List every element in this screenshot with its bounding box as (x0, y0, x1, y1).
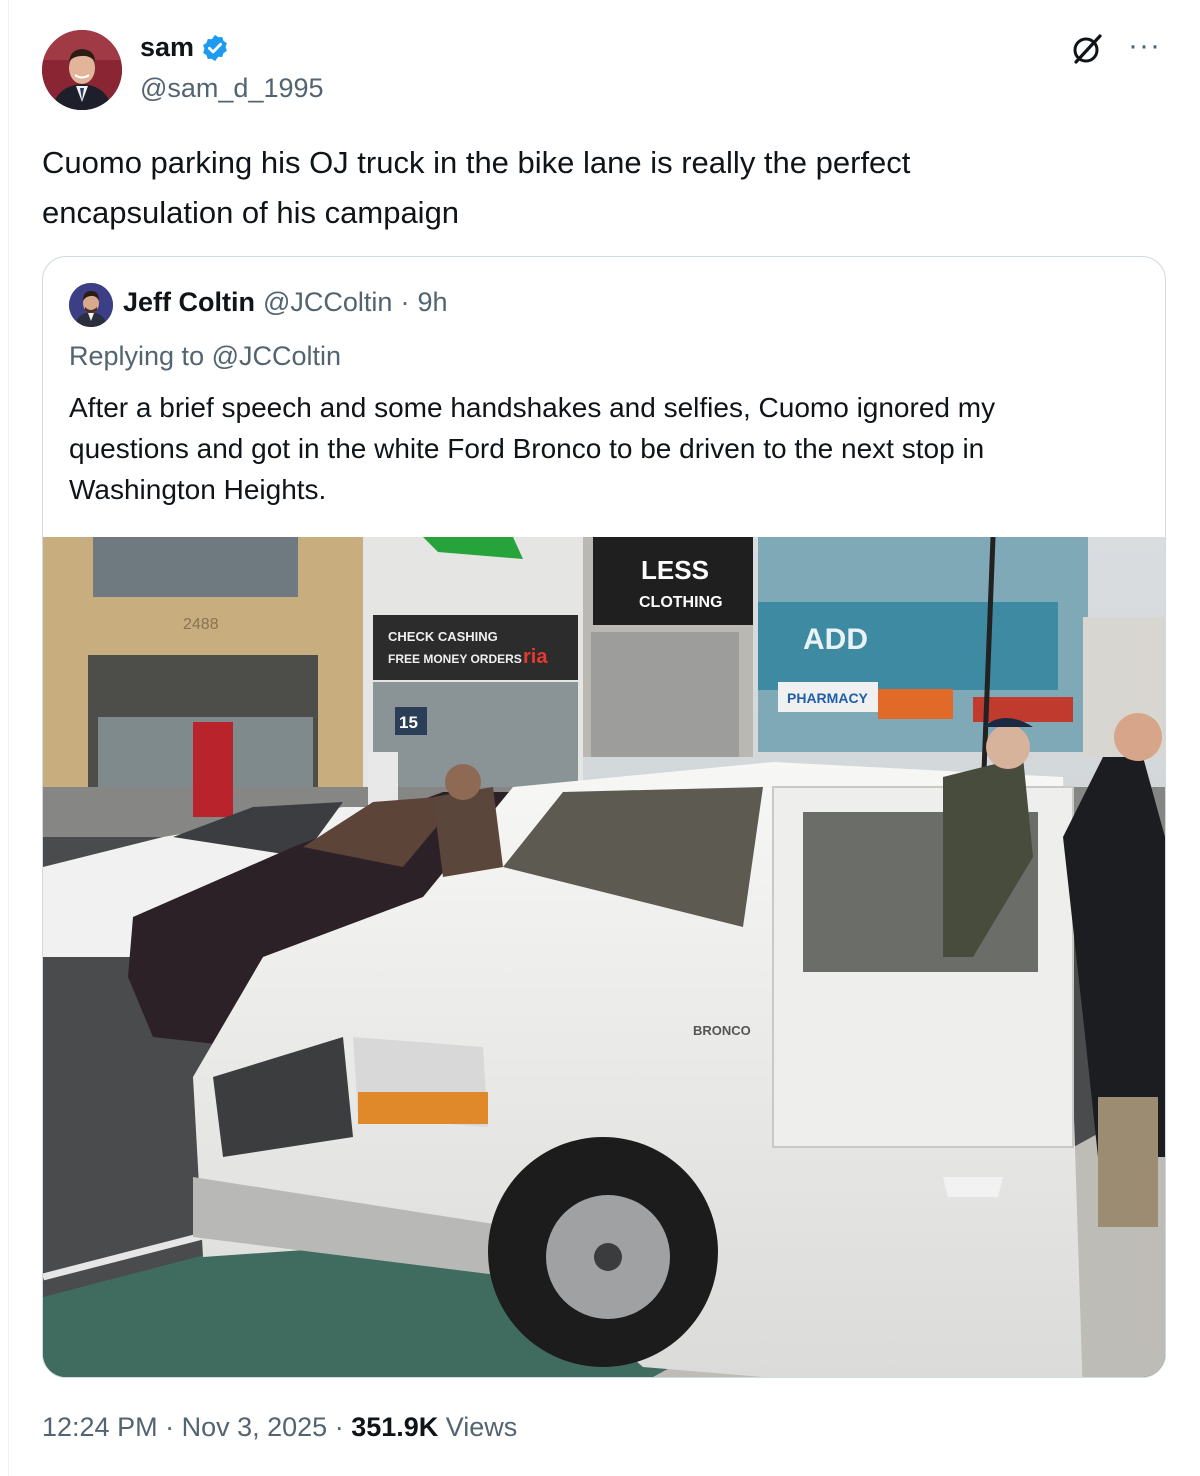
sign-pharmacy: PHARMACY (787, 690, 869, 706)
person-car (433, 787, 503, 877)
views-label: Views (438, 1412, 518, 1442)
quoted-tweet-card[interactable]: Jeff Coltin @JCColtin · 9h Replying to @… (42, 256, 1166, 1378)
author-avatar[interactable] (42, 30, 122, 110)
tweet-text-line: encapsulation of his campaign (42, 195, 460, 230)
quote-text: After a brief speech and some handshakes… (69, 387, 1139, 510)
tweet-date[interactable]: Nov 3, 2025 (182, 1412, 328, 1443)
quote-text-line: questions and got in the white Ford Bron… (69, 433, 985, 464)
quote-photo[interactable]: 2488 CHECK CASHING FREE MONEY ORDERS ria… (43, 537, 1165, 1377)
quote-author-handle[interactable]: @JCColtin (263, 287, 392, 318)
author-display-name[interactable]: sam (140, 32, 194, 63)
sign-price: 15 (399, 713, 418, 732)
replying-to-handle[interactable]: @JCColtin (212, 341, 341, 371)
verified-badge-icon (200, 33, 230, 63)
replying-to-label: Replying to (69, 341, 205, 371)
sign-money-orders: FREE MONEY ORDERS (388, 652, 522, 666)
tweet-text: Cuomo parking his OJ truck in the bike l… (42, 138, 1142, 238)
tweet-time[interactable]: 12:24 PM (42, 1412, 158, 1443)
author-handle[interactable]: @sam_d_1995 (140, 73, 324, 104)
bronco-badge: BRONCO (693, 1023, 751, 1038)
tweet-meta-footer: 12:24 PM · Nov 3, 2025 · 351.9K Views (42, 1412, 517, 1443)
replying-to-line: Replying to @JCColtin (69, 341, 341, 372)
grok-icon[interactable] (1070, 32, 1104, 66)
quote-header: Jeff Coltin @JCColtin · 9h (123, 287, 447, 318)
quote-separator: · (400, 287, 410, 317)
sign-ria: ria (523, 646, 548, 668)
author-name-row[interactable]: sam (140, 32, 230, 63)
footer-separator: · (157, 1412, 182, 1442)
tweet-text-line: Cuomo parking his OJ truck in the bike l… (42, 145, 911, 180)
more-options-icon[interactable]: ··· (1128, 31, 1161, 61)
tweet-page: sam @sam_d_1995 ··· Cuomo parking his OJ… (0, 0, 1200, 1476)
building-number: 2488 (183, 616, 219, 633)
divider (8, 0, 9, 1476)
quote-text-line: Washington Heights. (69, 474, 327, 505)
quote-text-line: After a brief speech and some handshakes… (69, 392, 996, 423)
sign-clothing: CLOTHING (639, 594, 723, 611)
quote-avatar-photo (69, 283, 113, 327)
sign-check-cashing: CHECK CASHING (388, 629, 498, 644)
quote-timestamp[interactable]: 9h (417, 287, 447, 318)
avatar-photo (42, 30, 122, 110)
quote-author-avatar[interactable] (69, 283, 113, 327)
views-count: 351.9K (351, 1412, 439, 1442)
sign-less: LESS (641, 555, 709, 585)
sign-add: ADD (803, 623, 868, 656)
footer-separator: · (327, 1412, 352, 1442)
quote-author-name[interactable]: Jeff Coltin (123, 287, 255, 318)
